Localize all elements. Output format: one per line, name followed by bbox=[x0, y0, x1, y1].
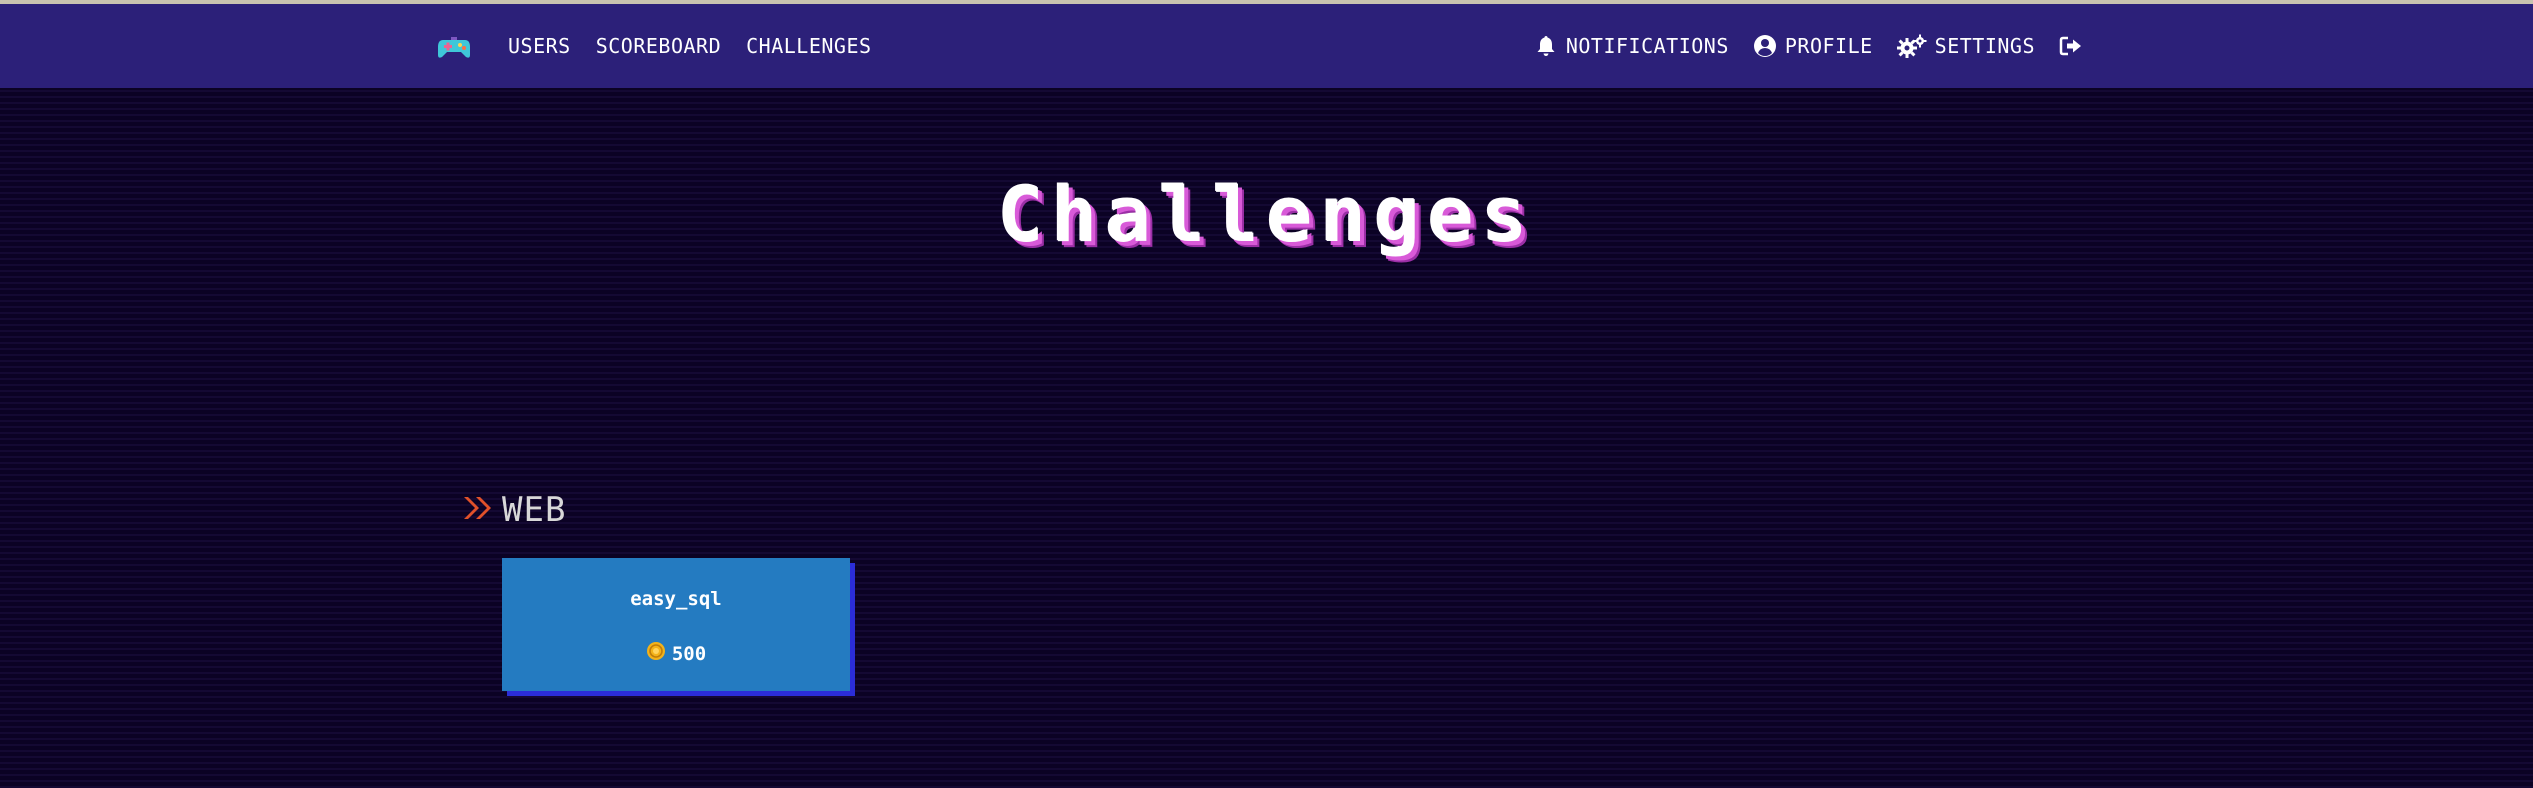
challenge-points: 500 bbox=[502, 641, 850, 666]
nav-notifications-label: NOTIFICATIONS bbox=[1565, 34, 1729, 58]
gamepad-icon[interactable] bbox=[437, 36, 471, 60]
nav-left-links: USERS SCOREBOARD CHALLENGES bbox=[508, 34, 872, 58]
nav-users-link[interactable]: USERS bbox=[508, 34, 571, 58]
challenge-name: easy_sql bbox=[630, 588, 722, 610]
sign-out-icon bbox=[2059, 34, 2083, 58]
nav-settings-link[interactable]: SETTINGS bbox=[1896, 34, 2035, 58]
page-title: Challenges bbox=[997, 170, 1536, 259]
bell-icon bbox=[1534, 34, 1558, 58]
nav-settings-label: SETTINGS bbox=[1934, 34, 2035, 58]
nav-challenges-link[interactable]: CHALLENGES bbox=[746, 34, 871, 58]
nav-notifications-link[interactable]: NOTIFICATIONS bbox=[1534, 34, 1729, 58]
top-navbar: USERS SCOREBOARD CHALLENGES NOTIFICATION… bbox=[0, 4, 2533, 88]
user-circle-icon bbox=[1753, 34, 1777, 58]
logout-link[interactable] bbox=[2059, 34, 2083, 58]
category-title: WEB bbox=[502, 490, 567, 530]
coin-icon bbox=[646, 641, 666, 666]
nav-profile-label: PROFILE bbox=[1784, 34, 1873, 58]
cogs-icon bbox=[1896, 34, 1927, 58]
nav-profile-link[interactable]: PROFILE bbox=[1753, 34, 1873, 58]
double-chevron-right-icon bbox=[462, 494, 494, 526]
challenge-points-value: 500 bbox=[671, 642, 707, 665]
category-header: WEB bbox=[462, 490, 566, 530]
nav-right-links: NOTIFICATIONS PROFILE SETTINGS bbox=[1534, 34, 2083, 58]
challenge-card[interactable]: easy_sql 500 bbox=[502, 558, 850, 691]
nav-scoreboard-link[interactable]: SCOREBOARD bbox=[596, 34, 721, 58]
